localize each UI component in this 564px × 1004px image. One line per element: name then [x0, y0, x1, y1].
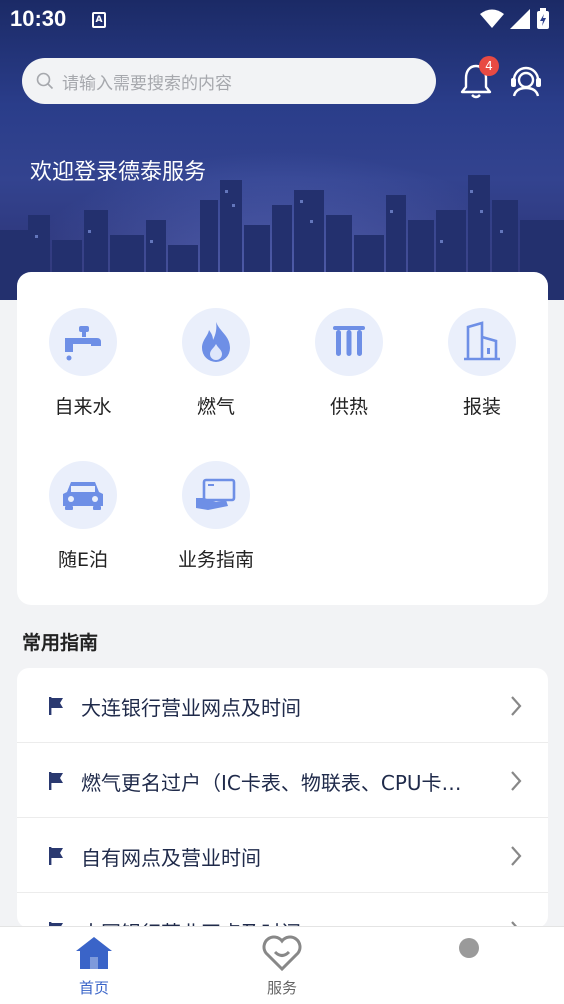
guide-list: 大连银行营业网点及时间 燃气更名过户（IC卡表、物联表、CPU卡表） 自有网点及…	[17, 668, 548, 928]
status-bar: 10:30 A	[0, 0, 564, 40]
flag-icon	[49, 847, 63, 865]
sim-icon: A	[92, 12, 106, 28]
service-gas[interactable]: 燃气	[156, 308, 276, 419]
status-time: 10:30	[10, 6, 67, 31]
home-icon	[76, 937, 112, 969]
search-placeholder: 请输入需要搜索的内容	[62, 73, 232, 94]
service-guide[interactable]: 业务指南	[156, 461, 276, 572]
hero-banner	[0, 0, 564, 300]
chevron-right-icon	[511, 771, 522, 791]
welcome-text: 欢迎登录德泰服务	[30, 160, 207, 185]
guide-screen-icon	[182, 461, 250, 529]
service-label: 业务指南	[177, 549, 254, 571]
list-item[interactable]: 自有网点及营业时间	[17, 818, 548, 893]
list-item[interactable]: 大同银行营业网点及时间	[17, 893, 548, 928]
search-icon	[36, 72, 54, 90]
services-card: 自来水 燃气 供热 报装 随E泊 业务指南	[17, 272, 548, 605]
notification-badge: 4	[479, 56, 499, 76]
service-label: 报装	[462, 396, 501, 418]
service-label: 自来水	[54, 396, 112, 418]
service-heating[interactable]: 供热	[289, 308, 409, 419]
radiator-icon	[315, 308, 383, 376]
signal-icon	[510, 9, 530, 29]
car-icon	[49, 461, 117, 529]
flame-icon	[182, 308, 250, 376]
search-input[interactable]: 请输入需要搜索的内容	[22, 58, 436, 104]
building-icon	[448, 308, 516, 376]
guide-item-text: 燃气更名过户（IC卡表、物联表、CPU卡表）	[81, 771, 481, 795]
wifi-icon	[480, 9, 504, 28]
list-item[interactable]: 燃气更名过户（IC卡表、物联表、CPU卡表）	[17, 743, 548, 818]
bottom-nav: 首页 服务	[0, 926, 564, 1004]
section-title-guides: 常用指南	[22, 632, 99, 654]
service-label: 随E泊	[57, 549, 108, 571]
service-installation[interactable]: 报装	[422, 308, 542, 419]
flag-icon	[49, 772, 63, 790]
service-parking[interactable]: 随E泊	[23, 461, 143, 572]
customer-service-icon[interactable]	[508, 62, 544, 100]
guide-item-text: 自有网点及营业时间	[81, 846, 261, 870]
service-label: 供热	[329, 396, 368, 418]
list-item[interactable]: 大连银行营业网点及时间	[17, 668, 548, 743]
profile-icon	[459, 938, 479, 958]
service-water[interactable]: 自来水	[23, 308, 143, 419]
heart-chat-icon	[262, 935, 302, 971]
guide-item-text: 大连银行营业网点及时间	[81, 696, 301, 720]
nav-label: 服务	[266, 979, 297, 997]
chevron-right-icon	[511, 696, 522, 716]
battery-icon	[537, 8, 549, 29]
flag-icon	[49, 697, 63, 715]
service-label: 燃气	[196, 396, 235, 418]
chevron-right-icon	[511, 846, 522, 866]
nav-label: 首页	[78, 979, 109, 997]
status-icons	[480, 8, 550, 30]
water-tap-icon	[49, 308, 117, 376]
